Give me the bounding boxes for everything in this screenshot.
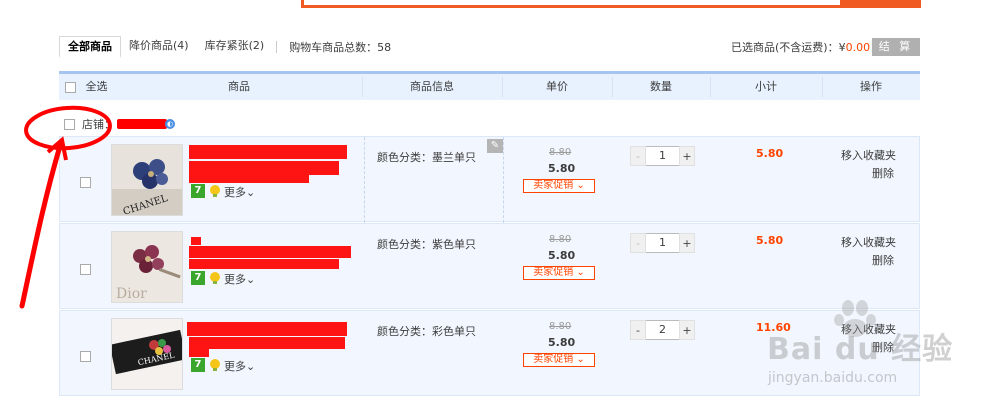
- bulb-icon: [210, 185, 220, 197]
- title-redacted[interactable]: [187, 322, 347, 336]
- seven-day-return-icon: 7: [191, 184, 205, 198]
- search-box-edge[interactable]: [301, 0, 921, 8]
- qty-decrease-button[interactable]: -: [630, 233, 646, 253]
- promo-label: 卖家促销: [533, 267, 574, 278]
- tab-low-stock[interactable]: 库存紧张(2): [197, 36, 273, 58]
- svg-text:Dior: Dior: [116, 286, 147, 302]
- qty-decrease-button[interactable]: -: [630, 320, 646, 340]
- seller-promo-dropdown[interactable]: 卖家促销 ⌄: [523, 266, 595, 280]
- promo-label: 卖家促销: [533, 354, 574, 365]
- title-redacted[interactable]: [189, 349, 209, 357]
- tab-price-drop[interactable]: 降价商品(4): [121, 36, 197, 58]
- shop-badge-icon: ◐: [165, 119, 175, 129]
- header-product: 商品: [228, 80, 250, 93]
- original-price: 8.80: [549, 147, 572, 158]
- search-button-edge[interactable]: [840, 0, 921, 8]
- selected-label: 已选商品(不含运费)：: [731, 41, 839, 54]
- current-price: 5.80: [548, 336, 576, 349]
- original-price: 8.80: [549, 321, 572, 332]
- tab-all-products[interactable]: 全部商品: [59, 36, 121, 58]
- qty-input[interactable]: 2: [646, 320, 679, 340]
- original-price: 8.80: [549, 234, 572, 245]
- qty-increase-button[interactable]: +: [679, 320, 695, 340]
- product-thumbnail[interactable]: Dior: [111, 231, 183, 303]
- cart-tabs: 全部商品 降价商品(4) 库存紧张(2) 购物车商品总数：58: [59, 36, 391, 58]
- move-to-favorites-link[interactable]: 移入收藏夹: [841, 234, 896, 250]
- qty-decrease-button[interactable]: -: [630, 146, 646, 166]
- item-spec: 颜色分类：彩色单只: [377, 325, 476, 338]
- title-redacted[interactable]: [189, 161, 339, 175]
- more-label: 更多: [224, 273, 246, 286]
- bulb-icon: [210, 272, 220, 284]
- item-subtotal: 5.80: [756, 147, 784, 160]
- title-redacted[interactable]: [189, 246, 351, 258]
- more-label: 更多: [224, 360, 246, 373]
- more-link[interactable]: 更多⌄: [224, 271, 255, 287]
- select-all-cell: 全选: [65, 74, 125, 100]
- edit-pencil-icon[interactable]: ✎: [487, 139, 503, 153]
- more-link[interactable]: 更多⌄: [224, 184, 255, 200]
- move-to-favorites-link[interactable]: 移入收藏夹: [841, 147, 896, 163]
- item-subtotal: 5.80: [756, 234, 784, 247]
- title-redacted[interactable]: [189, 337, 345, 349]
- current-price: 5.80: [548, 162, 576, 175]
- watermark-brand: Bai du 经验: [767, 332, 954, 367]
- more-label: 更多: [224, 186, 246, 199]
- item-spec: 颜色分类：紫色单只: [377, 238, 476, 251]
- header-subtotal: 小计: [755, 80, 777, 93]
- quantity-stepper: - 2 +: [630, 320, 695, 340]
- product-thumbnail[interactable]: CHANEL: [111, 318, 183, 390]
- item-spec: 颜色分类：墨兰单只: [377, 151, 476, 164]
- quantity-stepper: - 1 +: [630, 146, 695, 166]
- header-unit-price: 单价: [546, 80, 568, 93]
- title-redacted[interactable]: [191, 237, 201, 245]
- select-all-checkbox[interactable]: [65, 81, 76, 93]
- item-checkbox[interactable]: [80, 264, 91, 275]
- seller-promo-dropdown[interactable]: 卖家促销 ⌄: [523, 353, 595, 367]
- select-all-label: 全选: [85, 80, 108, 93]
- qty-increase-button[interactable]: +: [679, 146, 695, 166]
- title-redacted[interactable]: [189, 259, 339, 269]
- bulb-icon: [210, 359, 220, 371]
- qty-input[interactable]: 1: [646, 146, 679, 166]
- qty-input[interactable]: 1: [646, 233, 679, 253]
- delete-link[interactable]: 删除: [872, 165, 894, 181]
- header-info: 商品信息: [410, 80, 454, 93]
- title-redacted[interactable]: [189, 145, 347, 159]
- checkout-button[interactable]: 结 算: [872, 38, 920, 56]
- selected-summary: 已选商品(不含运费)：¥0.00: [731, 39, 870, 55]
- quantity-stepper: - 1 +: [630, 233, 695, 253]
- cart-total-count: 购物车商品总数：58: [289, 41, 392, 54]
- shop-name-redacted[interactable]: [117, 119, 167, 129]
- shop-checkbox[interactable]: [64, 118, 75, 130]
- tab-divider: [276, 41, 278, 53]
- product-thumbnail[interactable]: CHANEL: [111, 144, 183, 216]
- shop-label: 店铺：: [82, 118, 115, 131]
- selected-currency: ¥: [838, 41, 846, 54]
- promo-label: 卖家促销: [533, 180, 574, 191]
- seller-promo-dropdown[interactable]: 卖家促销 ⌄: [523, 179, 595, 193]
- item-checkbox[interactable]: [80, 351, 91, 362]
- qty-increase-button[interactable]: +: [679, 233, 695, 253]
- title-redacted[interactable]: [189, 175, 309, 183]
- shop-row: 店铺： ◐: [59, 113, 459, 135]
- table-row: CHANEL 7 更多⌄ ✎ 颜色分类：墨兰单只 8.80 5.80 卖家促销 …: [59, 136, 920, 223]
- header-action: 操作: [860, 80, 882, 93]
- delete-link[interactable]: 删除: [872, 252, 894, 268]
- watermark-url: jingyan.baidu.com: [768, 370, 898, 386]
- item-checkbox[interactable]: [80, 177, 91, 188]
- more-link[interactable]: 更多⌄: [224, 358, 255, 374]
- table-row: Dior 7 更多⌄ 颜色分类：紫色单只 8.80 5.80 卖家促销 ⌄ - …: [59, 223, 920, 309]
- seven-day-return-icon: 7: [191, 358, 205, 372]
- seven-day-return-icon: 7: [191, 271, 205, 285]
- selected-amount: 0.00: [845, 41, 871, 54]
- current-price: 5.80: [548, 249, 576, 262]
- header-quantity: 数量: [650, 80, 672, 93]
- table-header: 全选 商品 商品信息 单价 数量 小计 操作: [59, 71, 920, 100]
